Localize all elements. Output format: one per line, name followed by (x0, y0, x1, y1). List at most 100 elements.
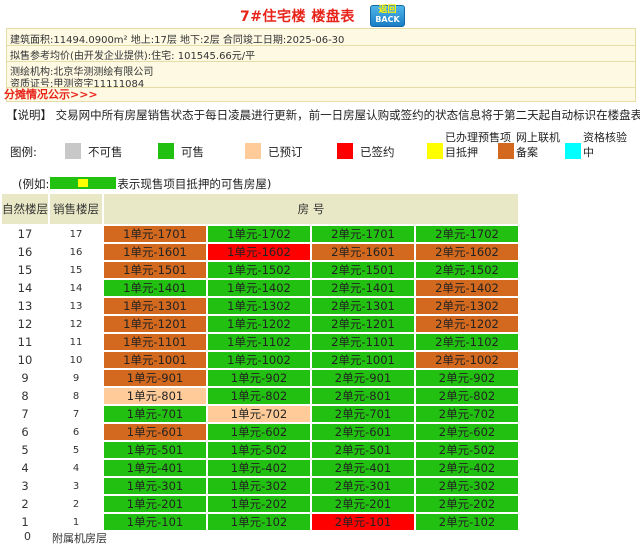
unit-cell[interactable]: 1单元-1002 (208, 352, 310, 368)
legend-label: 图例: (10, 145, 37, 159)
unit-cell[interactable]: 1单元-502 (208, 442, 310, 458)
unit-cell[interactable]: 1单元-1102 (208, 334, 310, 350)
unit-cell[interactable]: 1单元-1402 (208, 280, 310, 296)
sale-floor-cell: 1 (72, 516, 80, 528)
unit-cell[interactable]: 1单元-501 (104, 442, 206, 458)
example-suffix: 表示现售项目抵押的可售房屋) (117, 177, 272, 191)
example-note: (例如: 表示现售项目抵押的可售房屋) (18, 176, 271, 192)
example-prefix: (例如: (18, 177, 50, 191)
natural-floor-cell: 14 (17, 281, 33, 295)
unit-cell[interactable]: 2单元-302 (416, 478, 518, 494)
table-row: 3 3 1单元-301 1单元-302 2单元-301 2单元-302 (2, 478, 518, 494)
legend-swatch-mortgaged (427, 143, 443, 159)
unit-cell[interactable]: 2单元-102 (416, 514, 518, 530)
sale-floor-cell: 2 (72, 498, 80, 510)
explanation-note: 【说明】 交易网中所有房屋销售状态于每日凌晨进行更新，前一日房屋认购或签约的状态… (6, 108, 640, 122)
unit-cell[interactable]: 1单元-602 (208, 424, 310, 440)
natural-floor-cell: 8 (21, 389, 29, 403)
unit-cell[interactable]: 1单元-1701 (104, 226, 206, 242)
unit-cell[interactable]: 1单元-201 (104, 496, 206, 512)
table-row: 16 16 1单元-1601 1单元-1602 2单元-1601 2单元-1602 (2, 244, 518, 260)
sale-floor-cell: 7 (72, 408, 80, 420)
unit-cell[interactable]: 2单元-1102 (416, 334, 518, 350)
unit-cell[interactable]: 2单元-1602 (416, 244, 518, 260)
unit-cell[interactable]: 1单元-401 (104, 460, 206, 476)
unit-cell[interactable]: 2单元-1202 (416, 316, 518, 332)
header-sale-floor: 销售楼层 (50, 194, 102, 224)
unit-cell[interactable]: 2单元-1502 (416, 262, 518, 278)
back-button[interactable]: 返回 BACK (370, 5, 405, 27)
unit-cell[interactable]: 2单元-1101 (312, 334, 414, 350)
unit-cell[interactable]: 2单元-602 (416, 424, 518, 440)
unit-cell[interactable]: 1单元-1001 (104, 352, 206, 368)
unit-cell[interactable]: 2单元-601 (312, 424, 414, 440)
unit-cell[interactable]: 2单元-1501 (312, 262, 414, 278)
unit-cell[interactable]: 1单元-902 (208, 370, 310, 386)
unit-cell[interactable]: 1单元-901 (104, 370, 206, 386)
sale-floor-cell: 5 (72, 444, 80, 456)
back-button-en-label: BACK (375, 15, 400, 24)
unit-cell[interactable]: 1单元-1601 (104, 244, 206, 260)
divider (7, 45, 635, 46)
unit-cell[interactable]: 1单元-1101 (104, 334, 206, 350)
unit-cell[interactable]: 1单元-701 (104, 406, 206, 422)
unit-cell[interactable]: 1单元-1401 (104, 280, 206, 296)
price-info: 拟售参考均价(由开发企业提供):住宅: 101545.66元/平 (10, 51, 256, 62)
unit-cell[interactable]: 2单元-301 (312, 478, 414, 494)
unit-cell[interactable]: 2单元-1601 (312, 244, 414, 260)
unit-cell[interactable]: 2单元-1701 (312, 226, 414, 242)
share-disclosure-link[interactable]: 分摊情况公示>>> (4, 86, 98, 102)
unit-cell[interactable]: 1单元-601 (104, 424, 206, 440)
unit-cell[interactable]: 1单元-202 (208, 496, 310, 512)
unit-cell[interactable]: 2单元-101 (312, 514, 414, 530)
unit-cell[interactable]: 2单元-1702 (416, 226, 518, 242)
basement-label: 附属机房层 (52, 532, 107, 545)
unit-cell[interactable]: 2单元-1201 (312, 316, 414, 332)
unit-cell[interactable]: 1单元-702 (208, 406, 310, 422)
unit-cell[interactable]: 2单元-1301 (312, 298, 414, 314)
unit-cell[interactable]: 2单元-901 (312, 370, 414, 386)
unit-cell[interactable]: 2单元-801 (312, 388, 414, 404)
unit-cell[interactable]: 2单元-702 (416, 406, 518, 422)
unit-cell[interactable]: 1单元-402 (208, 460, 310, 476)
unit-cell[interactable]: 2单元-402 (416, 460, 518, 476)
unit-cell[interactable]: 1单元-301 (104, 478, 206, 494)
unit-cell[interactable]: 2单元-902 (416, 370, 518, 386)
sale-floor-cell: 3 (72, 480, 80, 492)
unit-cell[interactable]: 1单元-802 (208, 388, 310, 404)
unit-cell[interactable]: 2单元-701 (312, 406, 414, 422)
unit-cell[interactable]: 1单元-1202 (208, 316, 310, 332)
unit-cell[interactable]: 2单元-501 (312, 442, 414, 458)
natural-floor-cell: 15 (17, 263, 33, 277)
natural-floor-cell: 2 (21, 497, 29, 511)
unit-cell[interactable]: 1单元-1302 (208, 298, 310, 314)
unit-cell[interactable]: 1单元-1502 (208, 262, 310, 278)
unit-cell[interactable]: 2单元-1001 (312, 352, 414, 368)
natural-floor-cell: 1 (21, 515, 29, 529)
unit-cell[interactable]: 2单元-1402 (416, 280, 518, 296)
legend-text-available: 可售 (181, 145, 204, 159)
unit-cell[interactable]: 2单元-201 (312, 496, 414, 512)
unit-cell[interactable]: 1单元-302 (208, 478, 310, 494)
unit-cell[interactable]: 1单元-101 (104, 514, 206, 530)
legend-text-online-filed: 网上联机备案 (516, 131, 560, 159)
legend-text-signed: 已签约 (360, 145, 395, 159)
unit-cell[interactable]: 1单元-1301 (104, 298, 206, 314)
unit-cell[interactable]: 1单元-102 (208, 514, 310, 530)
unit-cell[interactable]: 2单元-1401 (312, 280, 414, 296)
natural-floor-cell: 3 (21, 479, 29, 493)
unit-cell[interactable]: 1单元-1201 (104, 316, 206, 332)
unit-cell[interactable]: 2单元-502 (416, 442, 518, 458)
unit-cell[interactable]: 2单元-1302 (416, 298, 518, 314)
unit-cell[interactable]: 1单元-801 (104, 388, 206, 404)
unit-cell[interactable]: 2单元-202 (416, 496, 518, 512)
natural-floor-cell: 17 (17, 227, 33, 241)
natural-floor-cell: 11 (17, 335, 33, 349)
unit-cell[interactable]: 1单元-1501 (104, 262, 206, 278)
unit-cell[interactable]: 1单元-1602 (208, 244, 310, 260)
unit-cell[interactable]: 1单元-1702 (208, 226, 310, 242)
unit-cell[interactable]: 2单元-1002 (416, 352, 518, 368)
unit-cell[interactable]: 2单元-802 (416, 388, 518, 404)
unit-cell[interactable]: 2单元-401 (312, 460, 414, 476)
legend-swatch-qualification (565, 143, 581, 159)
